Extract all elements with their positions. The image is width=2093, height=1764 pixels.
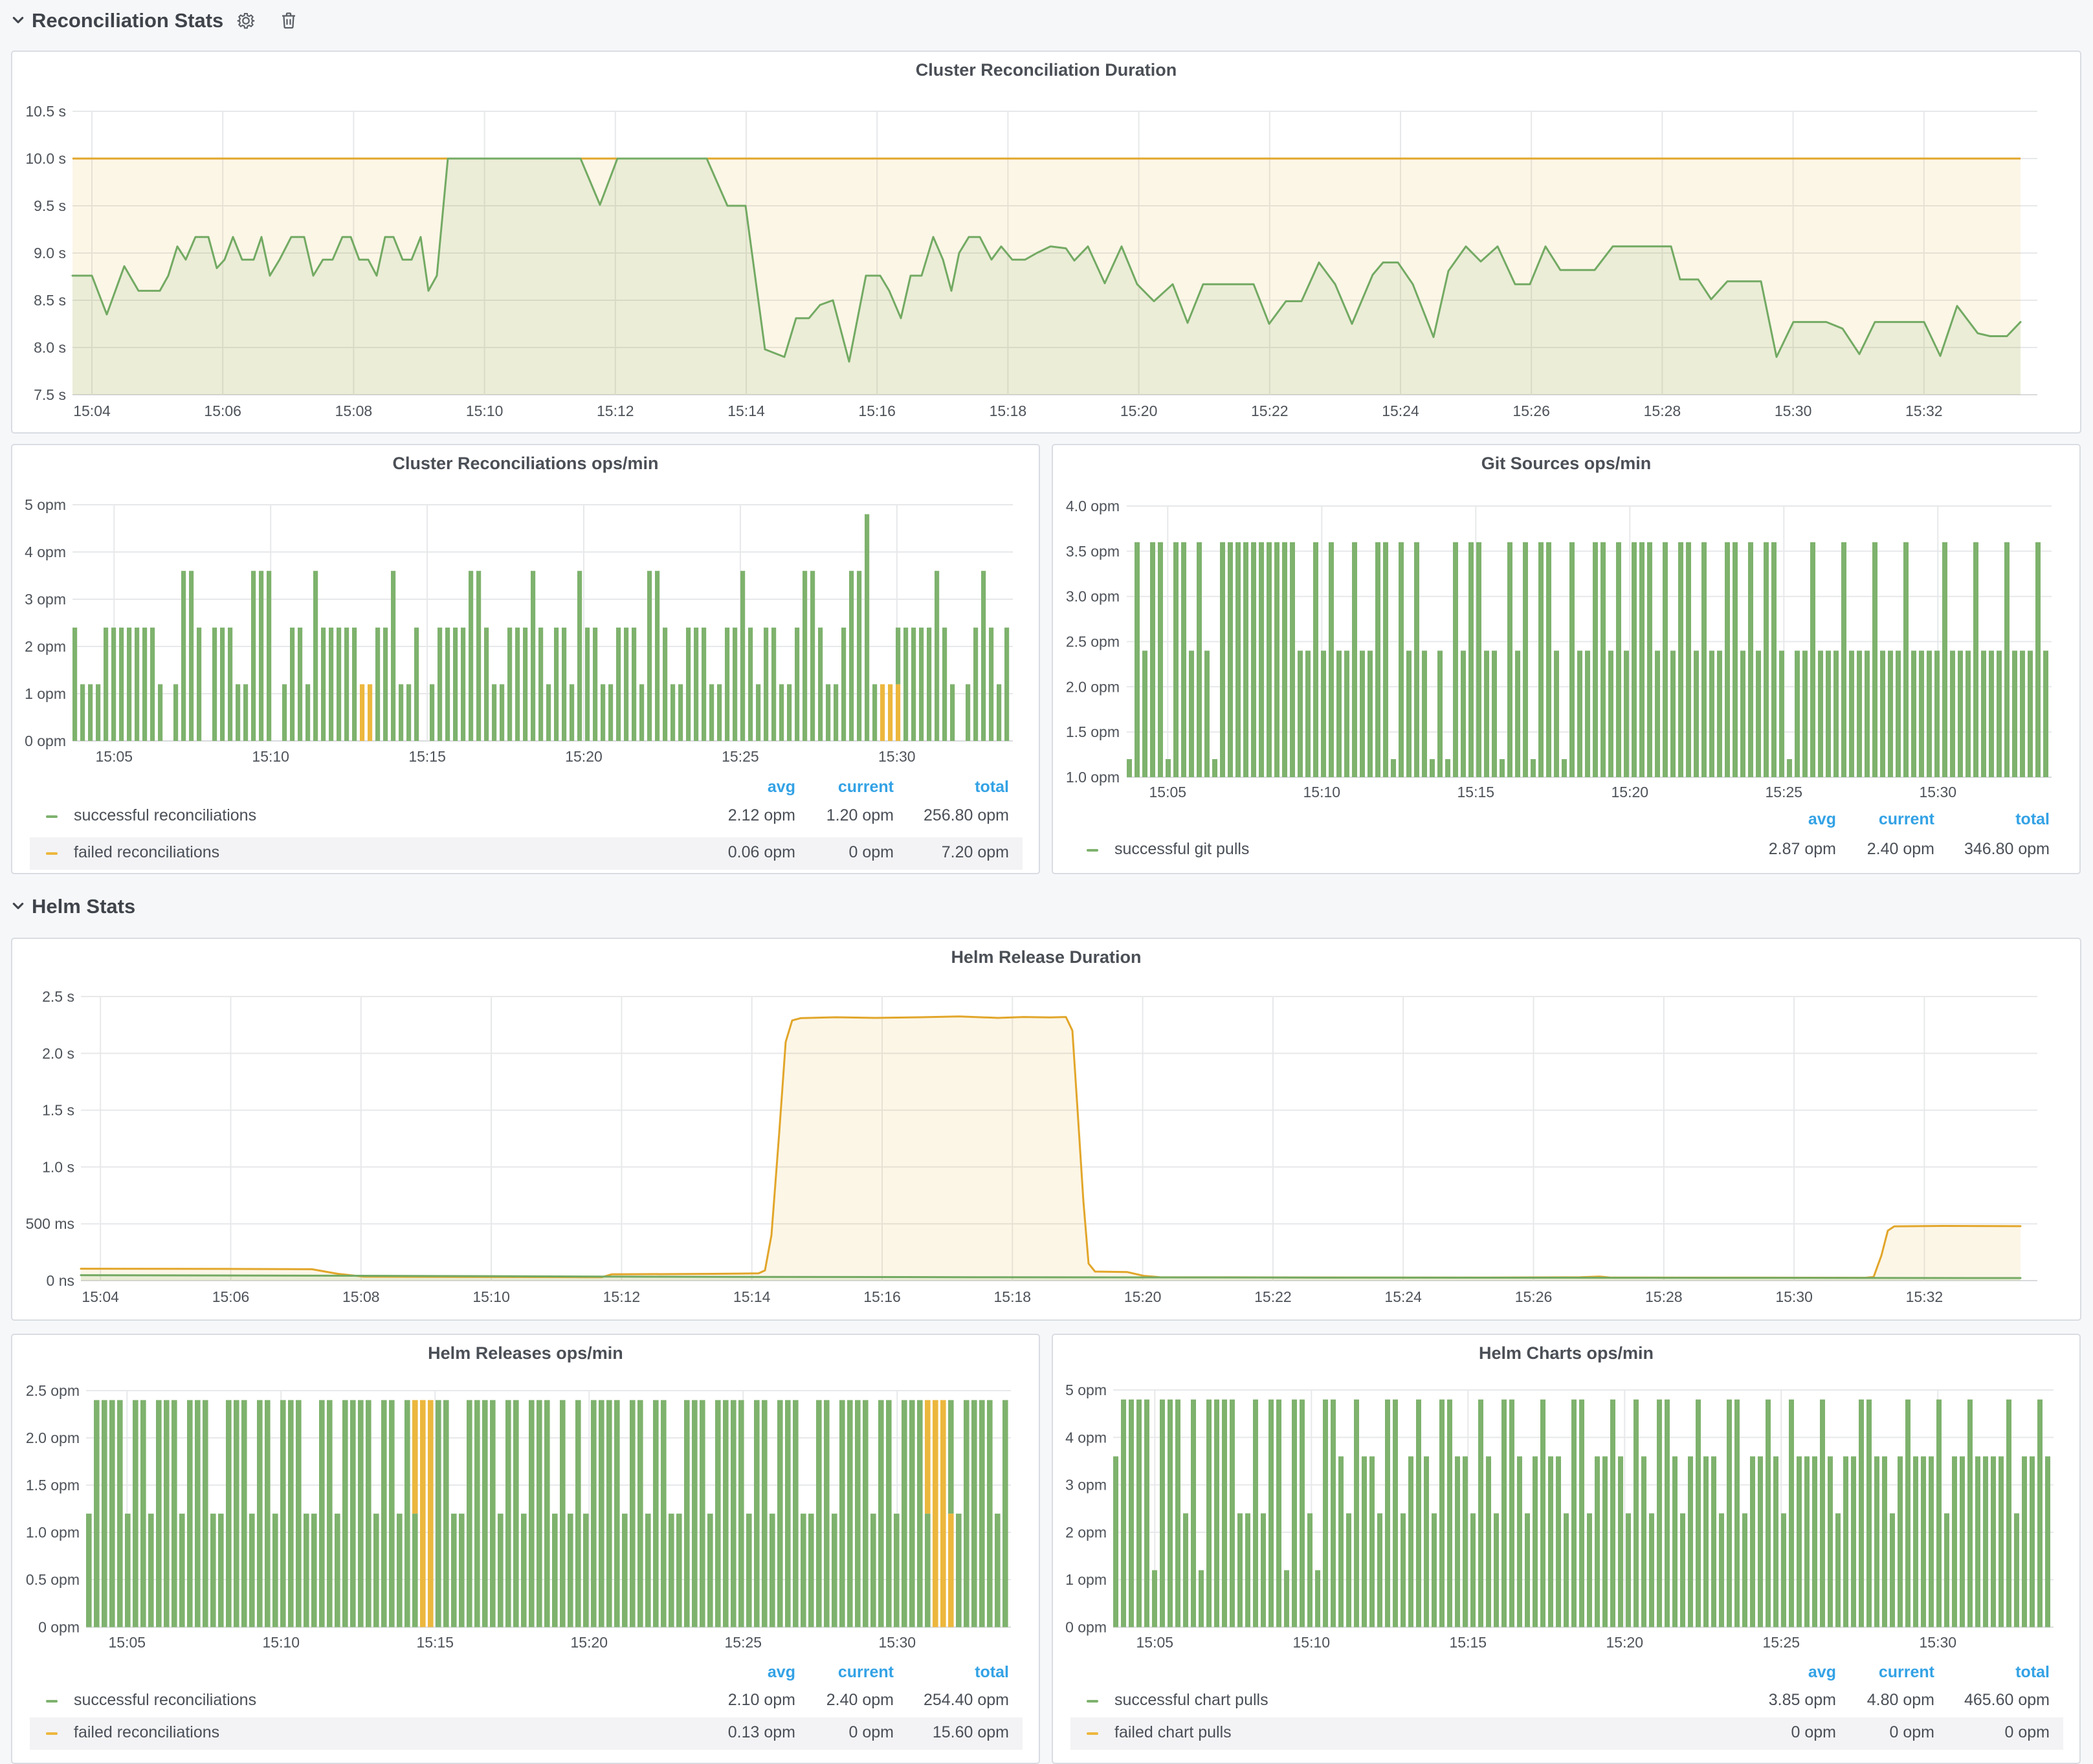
svg-text:7.5 s: 7.5 s xyxy=(34,386,66,403)
svg-text:15:30: 15:30 xyxy=(1775,1288,1813,1305)
svg-text:3 opm: 3 opm xyxy=(1065,1477,1107,1494)
svg-text:15:25: 15:25 xyxy=(1766,784,1803,800)
svg-text:2 opm: 2 opm xyxy=(25,638,66,655)
svg-text:10.0 s: 10.0 s xyxy=(25,150,66,167)
svg-text:15:10: 15:10 xyxy=(472,1288,510,1305)
svg-text:15:32: 15:32 xyxy=(1905,402,1943,419)
svg-text:2 opm: 2 opm xyxy=(1065,1524,1107,1541)
svg-text:8.5 s: 8.5 s xyxy=(34,292,66,309)
svg-text:15:06: 15:06 xyxy=(204,402,241,419)
svg-text:0 opm: 0 opm xyxy=(38,1619,80,1636)
svg-text:9.0 s: 9.0 s xyxy=(34,245,66,261)
svg-text:0 ns: 0 ns xyxy=(47,1272,74,1289)
svg-text:15:22: 15:22 xyxy=(1251,402,1289,419)
svg-text:15:15: 15:15 xyxy=(1457,784,1495,800)
svg-text:15:10: 15:10 xyxy=(263,1634,300,1651)
svg-text:1 opm: 1 opm xyxy=(1065,1571,1107,1588)
svg-text:15:20: 15:20 xyxy=(1606,1634,1644,1651)
svg-text:2.5 opm: 2.5 opm xyxy=(1066,634,1120,650)
svg-text:3.5 opm: 3.5 opm xyxy=(1066,543,1120,560)
svg-text:15:30: 15:30 xyxy=(878,748,916,765)
svg-text:8.0 s: 8.0 s xyxy=(34,339,66,356)
svg-text:2.0 opm: 2.0 opm xyxy=(1066,678,1120,695)
svg-text:15:12: 15:12 xyxy=(597,402,634,419)
svg-text:15:32: 15:32 xyxy=(1906,1288,1944,1305)
svg-text:15:24: 15:24 xyxy=(1382,402,1419,419)
svg-text:2.5 opm: 2.5 opm xyxy=(26,1382,80,1399)
svg-text:15:14: 15:14 xyxy=(727,402,765,419)
svg-text:15:10: 15:10 xyxy=(1303,784,1341,800)
svg-text:500 ms: 500 ms xyxy=(26,1215,74,1232)
svg-text:15:28: 15:28 xyxy=(1644,402,1681,419)
svg-text:15:15: 15:15 xyxy=(417,1634,454,1651)
svg-text:5 opm: 5 opm xyxy=(25,496,66,513)
svg-text:15:04: 15:04 xyxy=(73,402,111,419)
svg-text:5 opm: 5 opm xyxy=(1065,1382,1107,1398)
svg-text:15:20: 15:20 xyxy=(1611,784,1649,800)
svg-text:0.5 opm: 0.5 opm xyxy=(26,1571,80,1588)
svg-text:15:05: 15:05 xyxy=(1149,784,1187,800)
svg-text:15:30: 15:30 xyxy=(1775,402,1812,419)
svg-text:15:30: 15:30 xyxy=(879,1634,916,1651)
svg-text:15:12: 15:12 xyxy=(603,1288,641,1305)
svg-text:15:24: 15:24 xyxy=(1384,1288,1422,1305)
svg-text:1.5 s: 1.5 s xyxy=(42,1102,74,1119)
svg-text:9.5 s: 9.5 s xyxy=(34,197,66,214)
svg-text:15:10: 15:10 xyxy=(1293,1634,1331,1651)
svg-text:15:05: 15:05 xyxy=(109,1634,146,1651)
svg-text:1.0 opm: 1.0 opm xyxy=(26,1524,80,1541)
svg-text:15:30: 15:30 xyxy=(1920,784,1957,800)
svg-text:15:30: 15:30 xyxy=(1920,1634,1957,1651)
svg-text:15:10: 15:10 xyxy=(252,748,289,765)
svg-text:15:16: 15:16 xyxy=(858,402,896,419)
svg-text:15:22: 15:22 xyxy=(1254,1288,1292,1305)
svg-text:4 opm: 4 opm xyxy=(1065,1429,1107,1446)
svg-text:15:20: 15:20 xyxy=(565,748,603,765)
svg-text:4.0 opm: 4.0 opm xyxy=(1066,498,1120,514)
svg-text:2.0 opm: 2.0 opm xyxy=(26,1429,80,1446)
svg-text:15:16: 15:16 xyxy=(863,1288,901,1305)
svg-text:15:25: 15:25 xyxy=(722,748,759,765)
svg-text:1.0 opm: 1.0 opm xyxy=(1066,769,1120,786)
svg-text:4 opm: 4 opm xyxy=(25,544,66,560)
svg-text:15:08: 15:08 xyxy=(342,1288,380,1305)
svg-text:15:25: 15:25 xyxy=(725,1634,762,1651)
svg-text:15:14: 15:14 xyxy=(733,1288,771,1305)
svg-text:15:18: 15:18 xyxy=(990,402,1027,419)
svg-text:15:20: 15:20 xyxy=(1124,1288,1162,1305)
svg-text:15:25: 15:25 xyxy=(1763,1634,1800,1651)
svg-text:1.0 s: 1.0 s xyxy=(42,1158,74,1175)
svg-text:3.0 opm: 3.0 opm xyxy=(1066,588,1120,605)
svg-text:1.5 opm: 1.5 opm xyxy=(1066,723,1120,740)
svg-text:15:26: 15:26 xyxy=(1512,402,1550,419)
svg-text:15:05: 15:05 xyxy=(1136,1634,1174,1651)
svg-text:3 opm: 3 opm xyxy=(25,591,66,608)
svg-text:1 opm: 1 opm xyxy=(25,685,66,702)
svg-text:15:15: 15:15 xyxy=(408,748,446,765)
svg-text:15:18: 15:18 xyxy=(994,1288,1032,1305)
svg-text:15:08: 15:08 xyxy=(335,402,373,419)
svg-text:15:15: 15:15 xyxy=(1450,1634,1487,1651)
svg-text:15:05: 15:05 xyxy=(96,748,133,765)
svg-text:15:26: 15:26 xyxy=(1515,1288,1553,1305)
svg-text:2.0 s: 2.0 s xyxy=(42,1045,74,1062)
svg-text:0 opm: 0 opm xyxy=(1065,1619,1107,1636)
svg-text:10.5 s: 10.5 s xyxy=(25,103,66,120)
svg-text:15:20: 15:20 xyxy=(1120,402,1158,419)
svg-text:15:04: 15:04 xyxy=(82,1288,119,1305)
svg-text:15:28: 15:28 xyxy=(1645,1288,1683,1305)
svg-text:2.5 s: 2.5 s xyxy=(42,988,74,1005)
svg-text:1.5 opm: 1.5 opm xyxy=(26,1477,80,1494)
svg-text:0 opm: 0 opm xyxy=(25,733,66,749)
svg-text:15:10: 15:10 xyxy=(466,402,504,419)
svg-text:15:06: 15:06 xyxy=(212,1288,250,1305)
svg-text:15:20: 15:20 xyxy=(571,1634,608,1651)
